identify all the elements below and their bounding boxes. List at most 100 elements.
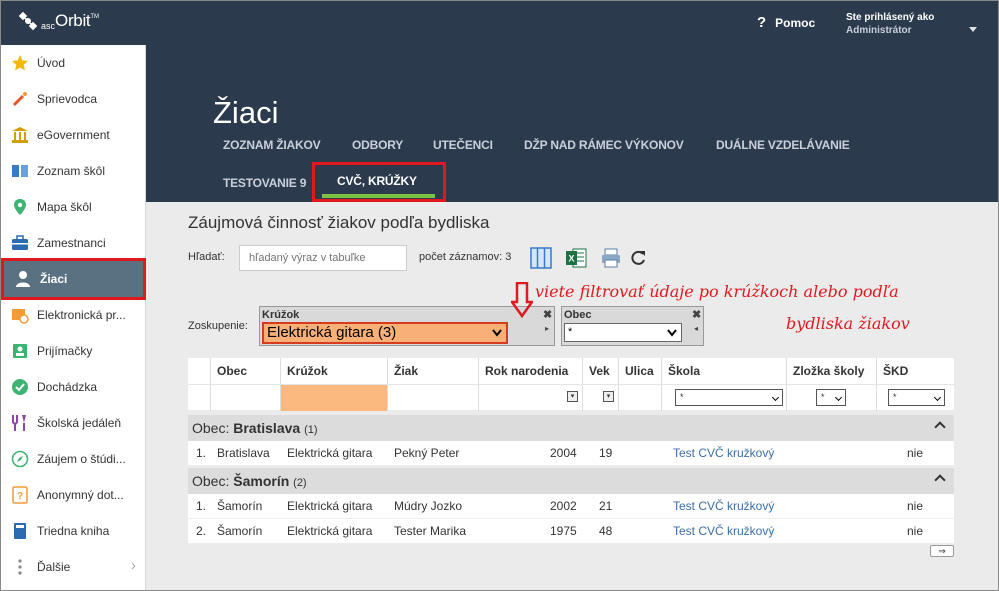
excel-export-button[interactable]: X (565, 247, 587, 269)
columns-button[interactable] (530, 247, 552, 269)
sidebar-item-14[interactable]: Ďalšie › (1, 549, 146, 585)
sidebar-item-3[interactable]: Zoznam škôl (1, 153, 146, 189)
tab-dualne-vzdelavanie[interactable]: DUÁLNE VZDELÁVANIE (716, 138, 850, 152)
cell-kruzok: Elektrická gitara (287, 446, 373, 460)
tab-dzp[interactable]: DŽP NAD RÁMEC VÝKONOV (524, 138, 684, 152)
group-name: Bratislava (233, 420, 301, 436)
chevron-right-icon: › (131, 557, 136, 574)
sidebar-item-9[interactable]: Dochádzka (1, 369, 146, 405)
filter-dropdown-icon[interactable]: ▾ (603, 391, 614, 402)
group-box-obec: Obec * ✖ ◂ (561, 306, 704, 346)
obec-select[interactable]: * (564, 323, 682, 342)
header-ziak[interactable]: Žiak (388, 358, 479, 384)
tab-utecenci[interactable]: UTEČENCI (433, 138, 493, 152)
filter-ziak (388, 385, 479, 411)
sidebar-item-4[interactable]: Mapa škôl (1, 189, 146, 225)
refresh-button[interactable] (627, 247, 649, 269)
table-row[interactable]: 2. Šamorín Elektrická gitara Tester Mari… (188, 519, 954, 544)
government-building-icon (10, 125, 30, 145)
sidebar-item-12[interactable]: ? Anonymný dot... (1, 477, 146, 513)
sidebar-item-6[interactable]: Žiaci (1, 258, 146, 300)
help-button[interactable]: ? Pomoc (757, 14, 815, 31)
cell-skola-link[interactable]: Test CVČ kružkový (673, 494, 774, 519)
group-prefix: Obec: (192, 420, 230, 436)
header-skd[interactable]: ŠKD (877, 358, 954, 384)
tab-zoznam-ziakov[interactable]: ZOZNAM ŽIAKOV (223, 138, 321, 152)
satellite-icon (18, 11, 38, 31)
header-ulica[interactable]: Ulica (619, 358, 662, 384)
sidebar-item-7[interactable]: Elektronická pr... (1, 297, 146, 333)
remove-group-icon[interactable]: ✖ (543, 308, 552, 321)
sidebar-item-5[interactable]: Zamestnanci (1, 225, 146, 261)
kruzok-select[interactable]: Elektrická gitara (3) (262, 322, 508, 344)
svg-text:X: X (568, 254, 574, 264)
cell-obec: Šamorín (217, 524, 263, 538)
columns-icon (530, 247, 552, 269)
sidebar-item-label: Sprievodca (37, 92, 98, 106)
cell-ziak: Múdry Jozko (394, 499, 463, 513)
header-zlozka[interactable]: Zložka školy (787, 358, 877, 384)
cell-index: 1. (196, 446, 207, 460)
table-row[interactable]: 1. Bratislava Elektrická gitara Pekný Pe… (188, 441, 954, 466)
main-content: Záujmová činnosť žiakov podľa bydliska H… (146, 202, 998, 590)
cell-skola-link[interactable]: Test CVČ kružkový (673, 519, 774, 544)
table-filter-row: ▾ ▾ * * * (188, 384, 954, 411)
filter-zlozka-select[interactable]: * (816, 389, 846, 406)
filter-skola-select[interactable]: * (675, 389, 783, 406)
move-left-icon[interactable]: ◂ (694, 324, 698, 333)
sidebar-item-label: Zoznam škôl (37, 164, 106, 178)
collapse-icon[interactable] (934, 474, 946, 486)
header-kruzok[interactable]: Krúžok (281, 358, 388, 384)
group-box-title: Krúžok (262, 309, 300, 321)
user-menu-caret-icon[interactable] (969, 27, 977, 32)
header-rok[interactable]: Rok narodenia (479, 358, 583, 384)
filter-skd-select[interactable]: * (888, 389, 945, 406)
annotation-text-line2: bydliska žiakov (786, 314, 910, 333)
user-menu[interactable]: Ste prihlásený ako Administrátor (846, 11, 934, 37)
tab-odbory[interactable]: ODBORY (352, 138, 403, 152)
star-icon (10, 53, 30, 73)
annotation-arrow-icon (511, 282, 533, 318)
cell-rok: 1975 (550, 524, 577, 538)
group-row-bratislava[interactable]: Obec: Bratislava (1) (188, 415, 954, 441)
sidebar-item-8[interactable]: Prijímačky (1, 333, 146, 369)
collapse-icon[interactable] (934, 421, 946, 433)
header-vek[interactable]: Vek (583, 358, 619, 384)
search-input[interactable] (239, 245, 407, 271)
filter-ulica (619, 385, 662, 411)
table-row[interactable]: 1. Šamorín Elektrická gitara Múdry Jozko… (188, 494, 954, 519)
help-label: Pomoc (775, 15, 816, 30)
remove-group-icon[interactable]: ✖ (692, 308, 701, 321)
sidebar-item-0[interactable]: Úvod (1, 45, 146, 81)
sidebar-item-11[interactable]: Záujem o štúdi... (1, 441, 146, 477)
grouping-label: Zoskupenie: (188, 320, 248, 332)
sidebar-item-1[interactable]: Sprievodca (1, 81, 146, 117)
cell-ziak: Tester Marika (394, 524, 467, 538)
header-obec[interactable]: Obec (211, 358, 281, 384)
school-list-icon (10, 161, 30, 181)
group-box-title: Obec (564, 309, 592, 321)
sidebar-item-label: Ďalšie (37, 560, 71, 574)
filter-kruzok-active (281, 385, 388, 411)
cell-vek: 19 (599, 446, 613, 460)
sidebar-item-label: Prijímačky (37, 344, 93, 358)
cell-skola-link[interactable]: Test CVČ kružkový (673, 441, 774, 466)
sidebar-item-label: Žiaci (40, 272, 68, 286)
move-right-icon[interactable]: ▸ (545, 324, 549, 333)
print-button[interactable] (600, 247, 622, 269)
logo-tm: TM (90, 14, 100, 20)
sidebar-item-2[interactable]: eGovernment (1, 117, 146, 153)
app-logo[interactable]: asc Orbit TM (17, 10, 99, 32)
filter-dropdown-icon[interactable]: ▾ (567, 391, 578, 402)
group-row-samorin[interactable]: Obec: Šamorín (2) (188, 468, 954, 494)
student-icon (13, 269, 33, 289)
sidebar-item-13[interactable]: Triedna kniha (1, 513, 146, 549)
page-title: Žiaci (213, 95, 279, 130)
sidebar-item-10[interactable]: Školská jedáleň (1, 405, 146, 441)
cell-vek: 21 (599, 499, 613, 513)
tab-testovanie-9[interactable]: TESTOVANIE 9 (223, 176, 306, 190)
header-skola[interactable]: Škola (662, 358, 787, 384)
sidebar-item-label: Zamestnanci (37, 236, 106, 250)
user-label: Ste prihlásený ako (846, 12, 935, 23)
expand-table-button[interactable]: ⇒ (930, 545, 954, 557)
